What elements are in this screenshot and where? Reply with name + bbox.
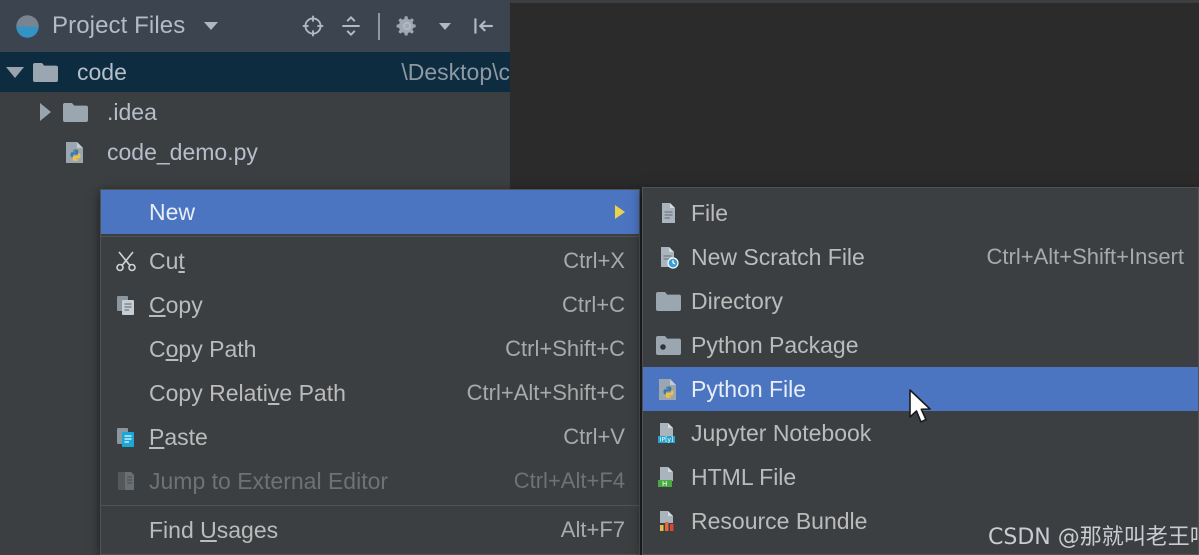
screen: Project Files code \Desktop\c .idea code…	[0, 0, 1199, 555]
tree-row-code[interactable]: code \Desktop\c	[0, 52, 510, 92]
menu-item-label: New	[149, 198, 196, 225]
chevron-down-small-icon[interactable]	[428, 9, 462, 43]
no-icon	[111, 516, 141, 544]
menu-item-label: Copy Relative Path	[149, 379, 346, 406]
folder-icon	[60, 98, 90, 126]
submenu-item-new-scratch-file[interactable]: New Scratch File Ctrl+Alt+Shift+Insert	[643, 235, 1198, 279]
jupyter-notebook-icon: IP[y]	[653, 419, 683, 447]
paste-icon	[111, 423, 141, 451]
menu-item-label: Jump to External Editor	[149, 467, 389, 494]
tree-label: code	[77, 58, 127, 85]
menu-item-shortcut: Ctrl+C	[562, 292, 625, 317]
new-submenu: File New Scratch File Ctrl+Alt+Shift+Ins…	[642, 187, 1199, 555]
watermark-text: CSDN @那就叫老王吧	[988, 525, 1199, 550]
gear-icon[interactable]	[390, 9, 424, 43]
copy-icon	[111, 291, 141, 319]
python-file-icon	[60, 138, 90, 166]
expand-arrow-slot[interactable]	[0, 66, 30, 78]
svg-text:IP[y]: IP[y]	[660, 437, 674, 444]
project-panel-header: Project Files	[0, 0, 510, 52]
tree-row-path: \Desktop\c	[401, 58, 510, 85]
submenu-item-html-file[interactable]: H HTML File	[643, 455, 1198, 499]
no-icon	[111, 335, 141, 363]
editor-top-strip	[510, 0, 1199, 3]
tree-row-code-demo-py[interactable]: code_demo.py	[0, 132, 510, 172]
tree-label: code_demo.py	[107, 138, 258, 165]
folder-icon	[653, 287, 683, 315]
menu-item-copy-relative-path[interactable]: Copy Relative Path Ctrl+Alt+Shift+C	[101, 371, 639, 415]
menu-item-label: Cut	[149, 247, 185, 274]
submenu-item-label: File	[691, 199, 729, 226]
chevron-expanded-icon	[6, 66, 24, 78]
tree-label: .idea	[107, 98, 157, 125]
tree-row-idea[interactable]: .idea	[0, 92, 510, 132]
menu-separator	[101, 236, 639, 237]
expand-arrow-slot[interactable]	[30, 103, 60, 121]
submenu-item-label: HTML File	[691, 463, 797, 490]
file-icon	[653, 199, 683, 227]
submenu-item-label: Directory	[691, 287, 784, 314]
menu-item-label: Copy Path	[149, 335, 257, 362]
project-panel-title: Project Files	[52, 12, 186, 39]
submenu-arrow-icon	[615, 205, 625, 219]
menu-item-label: Find Usages	[149, 516, 279, 543]
menu-separator	[101, 505, 639, 506]
collapse-all-icon[interactable]	[334, 9, 368, 43]
menu-item-shortcut: Ctrl+X	[563, 248, 625, 273]
menu-item-cut[interactable]: Cut Ctrl+X	[101, 239, 639, 283]
menu-item-copy[interactable]: Copy Ctrl+C	[101, 283, 639, 327]
menu-item-shortcut: Alt+F7	[560, 517, 625, 542]
context-menu: New Cut Ctrl+X Copy Ctrl+C Copy Path Ctr…	[100, 189, 640, 555]
resource-bundle-icon	[653, 507, 683, 535]
chevron-down-icon[interactable]	[204, 22, 219, 30]
submenu-item-label: Python File	[691, 375, 807, 402]
external-editor-icon	[111, 467, 141, 495]
svg-text:H: H	[662, 480, 667, 488]
menu-item-find-usages[interactable]: Find Usages Alt+F7	[101, 508, 639, 552]
menu-item-label: Paste	[149, 423, 208, 450]
submenu-item-label: Jupyter Notebook	[691, 419, 872, 446]
chevron-collapsed-icon	[39, 103, 51, 121]
menu-item-shortcut: Ctrl+Alt+Shift+C	[466, 380, 625, 405]
submenu-item-file[interactable]: File	[643, 191, 1198, 235]
no-icon	[111, 198, 141, 226]
project-toolbar	[296, 0, 500, 52]
toolbar-divider	[378, 12, 380, 40]
menu-item-shortcut: Ctrl+Shift+C	[505, 336, 625, 361]
project-title-group[interactable]: Project Files	[0, 12, 219, 40]
html-file-icon: H	[653, 463, 683, 491]
menu-item-jump-to-external-editor: Jump to External Editor Ctrl+Alt+F4	[101, 459, 639, 503]
python-file-icon	[653, 375, 683, 403]
menu-item-shortcut: Ctrl+Alt+F4	[513, 468, 625, 493]
menu-item-paste[interactable]: Paste Ctrl+V	[101, 415, 639, 459]
menu-item-new[interactable]: New	[101, 190, 639, 234]
python-package-icon	[653, 331, 683, 359]
menu-item-label: Copy	[149, 291, 203, 318]
project-pie-icon	[16, 14, 39, 38]
submenu-item-directory[interactable]: Directory	[643, 279, 1198, 323]
project-tree: code \Desktop\c .idea code_demo.py	[0, 52, 510, 172]
hide-panel-icon[interactable]	[466, 9, 500, 43]
submenu-item-shortcut: Ctrl+Alt+Shift+Insert	[986, 244, 1184, 269]
submenu-item-label: New Scratch File	[691, 243, 865, 270]
locate-target-icon[interactable]	[296, 9, 330, 43]
submenu-item-python-package[interactable]: Python Package	[643, 323, 1198, 367]
scissors-icon	[111, 247, 141, 275]
menu-item-shortcut: Ctrl+V	[563, 424, 625, 449]
scratch-file-icon	[653, 243, 683, 271]
menu-item-copy-path[interactable]: Copy Path Ctrl+Shift+C	[101, 327, 639, 371]
mouse-pointer-icon	[909, 389, 931, 423]
folder-icon	[30, 58, 60, 86]
no-icon	[111, 379, 141, 407]
submenu-item-label: Python Package	[691, 331, 859, 358]
